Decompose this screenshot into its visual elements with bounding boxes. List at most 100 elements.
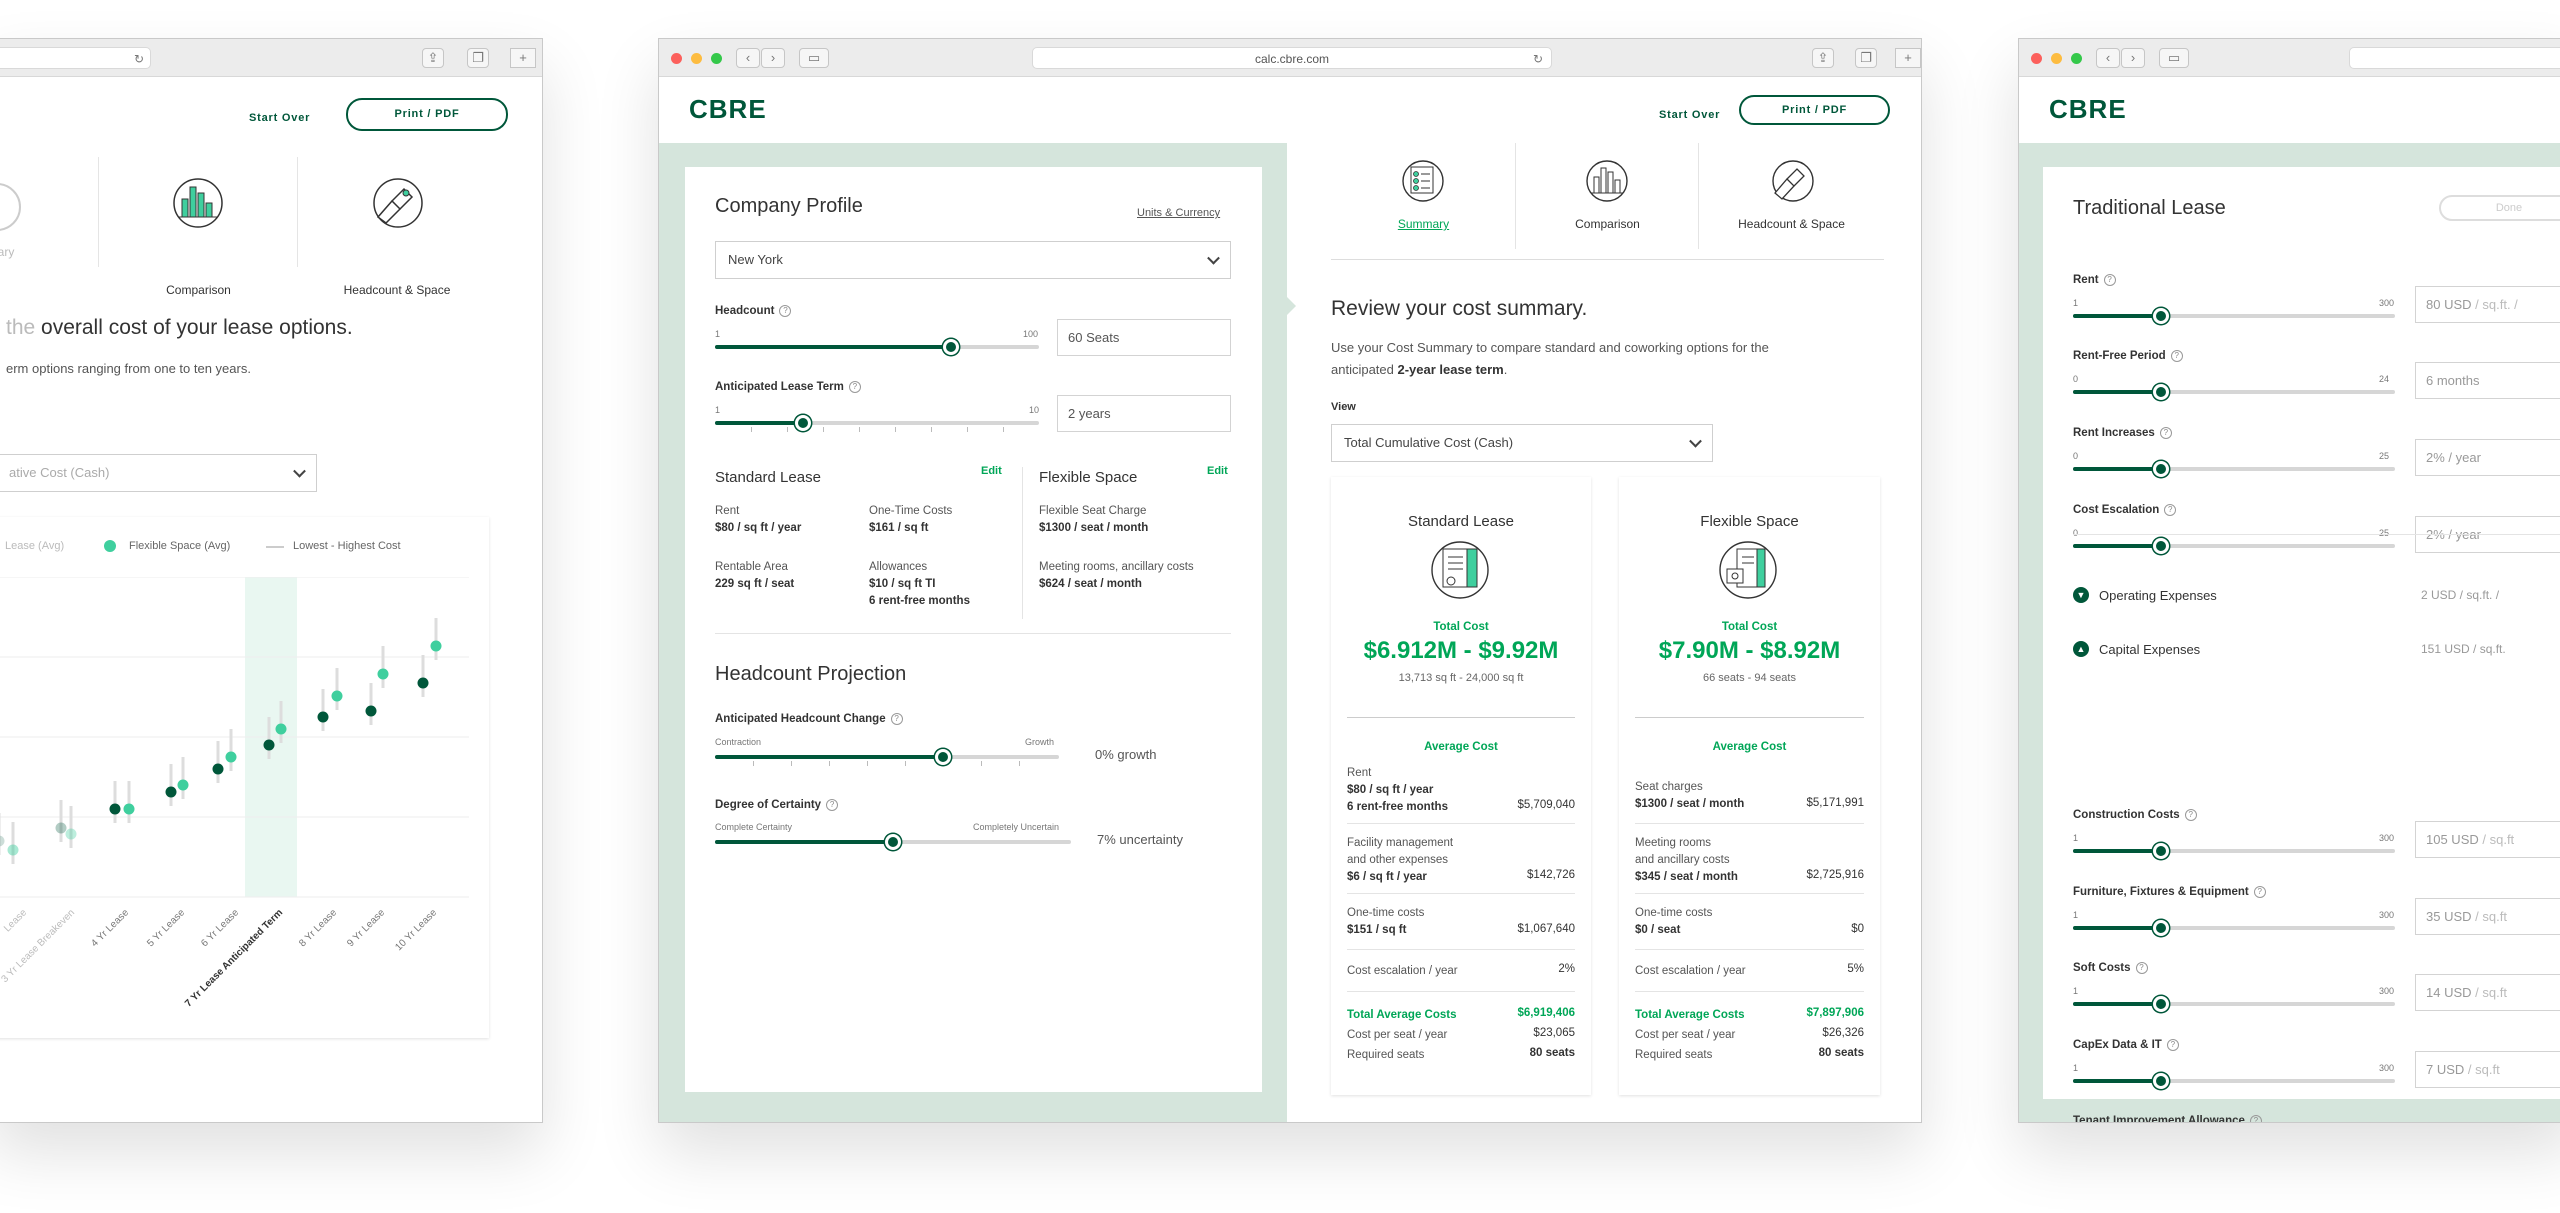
sidebar-icon[interactable]: ▭: [799, 48, 829, 68]
rent-slider[interactable]: [2073, 308, 2395, 324]
cbre-logo[interactable]: CBRE: [689, 94, 767, 125]
capit-slider-handle[interactable]: [2153, 1073, 2169, 1089]
divider: [1347, 893, 1575, 894]
term-slider[interactable]: [715, 415, 1039, 432]
help-icon[interactable]: ?: [2170, 350, 2183, 362]
minimize-dot[interactable]: [691, 53, 702, 64]
ffe-max: 300: [2379, 910, 2395, 920]
units-currency-link[interactable]: Units & Currency: [1137, 207, 1220, 219]
tab-summary-label: Summary: [1397, 217, 1450, 231]
capex-header[interactable]: ▲ Capital Expenses 151 USD / sq.ft.: [2073, 641, 2560, 663]
reload-icon[interactable]: ↻: [1533, 48, 1543, 70]
headcount-change-slider[interactable]: [715, 749, 1059, 766]
help-icon[interactable]: ?: [2166, 1039, 2179, 1051]
help-icon[interactable]: ?: [2164, 504, 2177, 516]
print-pdf-button[interactable]: Print / PDF: [1739, 95, 1890, 125]
certainty-handle[interactable]: [885, 834, 901, 850]
forward-icon[interactable]: ›: [761, 48, 785, 68]
con-slider[interactable]: [2073, 843, 2395, 859]
free-slider[interactable]: [2073, 384, 2395, 400]
help-icon[interactable]: ?: [2253, 886, 2266, 898]
help-icon[interactable]: ?: [2159, 427, 2172, 439]
view-select[interactable]: Total Cumulative Cost (Cash): [1331, 424, 1713, 462]
headcount-slider-handle[interactable]: [943, 339, 959, 355]
capit-label: CapEx Data & IT?: [2073, 1039, 2179, 1051]
escalation-row: Cost escalation / year: [1635, 965, 1746, 977]
help-icon[interactable]: ?: [890, 713, 903, 725]
start-over-link[interactable]: Start Over: [249, 112, 310, 124]
con-slider-handle[interactable]: [2153, 843, 2169, 859]
help-icon[interactable]: ?: [779, 305, 792, 317]
help-icon[interactable]: ?: [2103, 274, 2116, 286]
close-dot[interactable]: [671, 53, 682, 64]
tab-comparison[interactable]: Comparison: [99, 157, 298, 297]
tab-summary[interactable]: Summary: [1331, 143, 1516, 249]
location-select[interactable]: New York: [715, 241, 1231, 279]
view-label: View: [1331, 401, 1356, 413]
headcount-change-handle[interactable]: [935, 749, 951, 765]
esc-label: Cost Escalation?: [2073, 504, 2177, 516]
esc-min: 0: [2073, 528, 2079, 538]
esc-slider[interactable]: [2073, 538, 2395, 554]
help-icon[interactable]: ?: [848, 381, 861, 393]
rent-slider-handle[interactable]: [2153, 308, 2169, 324]
soft-input[interactable]: 14 USD / sq.ft: [2415, 974, 2560, 1011]
address-bar[interactable]: ↻: [0, 47, 151, 69]
tab-summary[interactable]: nary: [0, 157, 99, 267]
title-bar: ‹ › ▭ calc.cbre.com ↻ ⇪ ❐ +: [659, 39, 1921, 77]
share-icon[interactable]: ⇪: [1812, 48, 1834, 68]
help-icon[interactable]: ?: [2184, 809, 2197, 821]
view-select[interactable]: ative Cost (Cash): [0, 454, 317, 492]
ffe-input[interactable]: 35 USD / sq.ft: [2415, 898, 2560, 935]
soft-slider-handle[interactable]: [2153, 996, 2169, 1012]
start-over-link[interactable]: Start Over: [1659, 109, 1720, 121]
headcount-slider[interactable]: [715, 339, 1039, 355]
print-pdf-button[interactable]: Print / PDF: [346, 98, 508, 131]
data-point: [430, 640, 442, 652]
facility-value: $142,726: [1527, 869, 1575, 881]
certainty-slider[interactable]: [715, 834, 1071, 850]
help-icon[interactable]: ?: [826, 799, 839, 811]
term-input[interactable]: 2 years: [1057, 395, 1231, 432]
esc-slider-handle[interactable]: [2153, 538, 2169, 554]
data-point: [417, 677, 429, 689]
capit-slider[interactable]: [2073, 1073, 2395, 1089]
address-bar[interactable]: calc.cbre.com ↻: [1032, 47, 1552, 69]
free-input[interactable]: 6 months: [2415, 362, 2560, 399]
ffe-slider-handle[interactable]: [2153, 920, 2169, 936]
help-icon[interactable]: ?: [2135, 962, 2148, 974]
share-icon[interactable]: ⇪: [422, 48, 444, 68]
help-icon[interactable]: ?: [2249, 1115, 2262, 1122]
tab-headcount[interactable]: Headcount & Space: [298, 157, 496, 297]
headcount-input[interactable]: 60 Seats: [1057, 319, 1231, 356]
reload-icon[interactable]: ↻: [134, 48, 144, 70]
new-tab-icon[interactable]: +: [1895, 48, 1921, 68]
inc-slider[interactable]: [2073, 461, 2395, 477]
soft-slider[interactable]: [2073, 996, 2395, 1012]
title-bar: ↻ ⇪ ❐ +: [0, 39, 542, 77]
required-seats-value: 80 seats: [1529, 1047, 1575, 1059]
flex-edit-link[interactable]: Edit: [1207, 465, 1228, 477]
capit-input[interactable]: 7 USD / sq.ft: [2415, 1051, 2560, 1088]
data-point: [165, 786, 177, 798]
inc-input[interactable]: 2% / year: [2415, 439, 2560, 476]
tab-comparison[interactable]: Comparison: [1516, 143, 1699, 249]
zoom-dot[interactable]: [711, 53, 722, 64]
term-min: 1: [715, 405, 721, 415]
con-input[interactable]: 105 USD / sq.ft: [2415, 821, 2560, 858]
inc-slider-handle[interactable]: [2153, 461, 2169, 477]
tabs-icon[interactable]: ❐: [1855, 48, 1877, 68]
card-title: Flexible Space: [1700, 513, 1799, 530]
back-icon[interactable]: ‹: [736, 48, 760, 68]
tab-headcount[interactable]: Headcount & Space: [1699, 143, 1884, 249]
ffe-slider[interactable]: [2073, 920, 2395, 936]
standard-edit-link[interactable]: Edit: [981, 465, 1002, 477]
term-slider-handle[interactable]: [795, 415, 811, 431]
tabs-icon[interactable]: ❐: [467, 48, 489, 68]
free-slider-handle[interactable]: [2153, 384, 2169, 400]
divider: [1635, 893, 1864, 894]
opex-header[interactable]: ▼ Operating Expenses 2 USD / sq.ft. /: [2073, 587, 2560, 609]
rent-input[interactable]: 80 USD / sq.ft. /: [2415, 286, 2560, 323]
new-tab-icon[interactable]: +: [510, 48, 536, 68]
cost-per-seat-value: $26,326: [1822, 1027, 1864, 1039]
